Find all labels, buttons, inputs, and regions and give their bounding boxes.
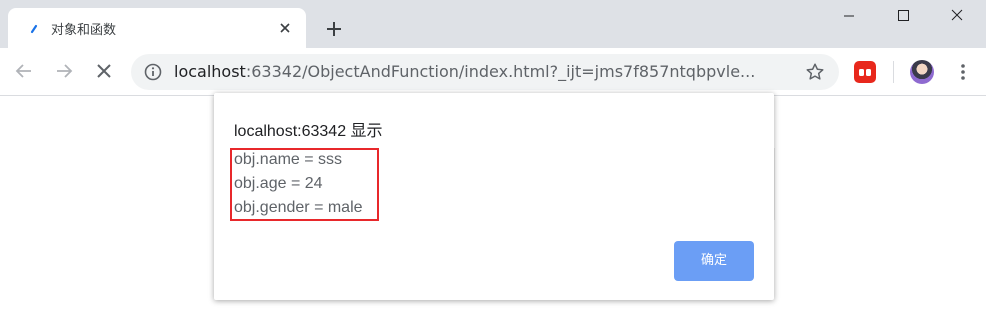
minimize-icon[interactable]: [826, 0, 872, 32]
url-text[interactable]: localhost:63342/ObjectAndFunction/index.…: [174, 62, 755, 81]
url-path: :63342/ObjectAndFunction/index.html?_ijt…: [245, 62, 756, 81]
maximize-icon[interactable]: [880, 0, 926, 32]
window-close-icon[interactable]: [934, 0, 980, 32]
tab-active[interactable]: 对象和函数: [8, 8, 306, 48]
alert-dialog: localhost:63342 显示 obj.name = sss obj.ag…: [214, 93, 775, 300]
ok-button[interactable]: 确定: [674, 241, 754, 281]
loading-favicon-icon: [30, 24, 38, 34]
extension-glyph-icon: [859, 69, 871, 76]
url-host: localhost: [174, 62, 246, 81]
address-bar[interactable]: localhost:63342/ObjectAndFunction/index.…: [131, 54, 839, 90]
dialog-title: localhost:63342 显示: [234, 123, 383, 140]
toolbar-divider: [893, 61, 894, 83]
forward-icon[interactable]: [53, 60, 75, 82]
tab-close-icon[interactable]: [277, 20, 293, 36]
highlight-box: [230, 148, 379, 221]
more-vert-icon[interactable]: [953, 62, 973, 82]
tab-title: 对象和函数: [51, 23, 117, 38]
back-icon[interactable]: [13, 60, 35, 82]
browser-titlebar: 对象和函数: [0, 0, 986, 48]
new-tab-icon[interactable]: [323, 18, 345, 40]
star-icon[interactable]: [804, 61, 826, 83]
avatar[interactable]: [910, 60, 934, 84]
info-icon[interactable]: [143, 62, 163, 82]
browser-toolbar: localhost:63342/ObjectAndFunction/index.…: [0, 48, 986, 96]
stop-loading-icon[interactable]: [93, 60, 115, 82]
extension-icon[interactable]: [854, 61, 876, 83]
